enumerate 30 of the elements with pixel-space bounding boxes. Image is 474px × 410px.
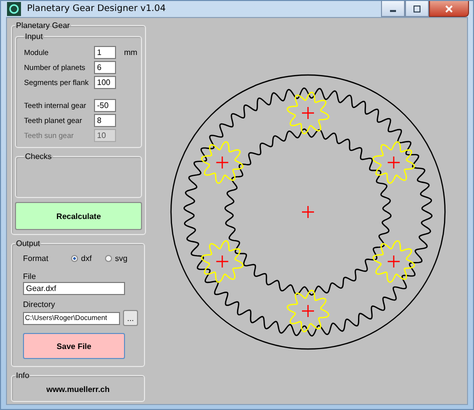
maximize-icon xyxy=(412,4,422,12)
input-field[interactable]: 100 xyxy=(94,76,116,89)
minimize-button[interactable] xyxy=(381,1,405,17)
group-title: Checks xyxy=(24,152,53,161)
close-icon xyxy=(444,4,454,12)
maximize-button[interactable] xyxy=(405,1,429,17)
input-field[interactable]: 6 xyxy=(94,61,116,74)
radio-label: svg xyxy=(115,254,128,262)
website-link[interactable]: www.muellerr.ch xyxy=(15,381,141,396)
group-title: Planetary Gear xyxy=(15,21,71,30)
save-file-button[interactable]: Save File xyxy=(23,333,125,359)
input-field[interactable]: 8 xyxy=(94,114,116,127)
close-button[interactable] xyxy=(429,1,469,17)
group-title: Info xyxy=(15,371,30,380)
app-icon xyxy=(7,2,21,16)
radio-button[interactable] xyxy=(105,254,112,262)
browse-button[interactable]: ... xyxy=(123,310,138,326)
group-title: Output xyxy=(15,239,42,248)
unit-label: mm xyxy=(124,48,138,57)
file-name-field[interactable]: Gear.dxf xyxy=(23,282,125,295)
file-label: File xyxy=(23,272,37,281)
input-field[interactable]: -50 xyxy=(94,99,116,112)
radio-label: dxf xyxy=(81,254,92,262)
input-field[interactable]: 1 xyxy=(94,46,116,59)
radio-button[interactable] xyxy=(71,254,78,262)
directory-label: Directory xyxy=(23,300,56,309)
recalculate-button[interactable]: Recalculate xyxy=(15,202,142,230)
window-title: Planetary Gear Designer v1.04 xyxy=(27,4,167,14)
group-title: Input xyxy=(24,32,44,41)
format-label: Format xyxy=(23,254,50,262)
